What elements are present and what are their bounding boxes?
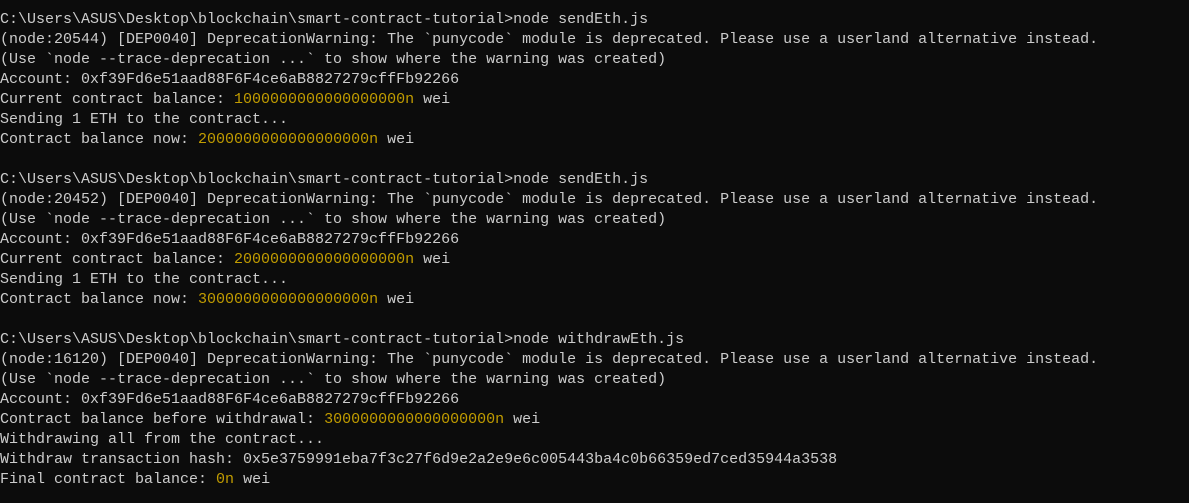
terminal-output[interactable]: C:\Users\ASUS\Desktop\blockchain\smart-c…: [0, 0, 1189, 490]
terminal-line: (Use `node --trace-deprecation ...` to s…: [0, 370, 1189, 390]
terminal-text: wei: [378, 291, 415, 308]
balance-value: 3000000000000000000n: [198, 291, 379, 308]
terminal-line: (node:16120) [DEP0040] DeprecationWarnin…: [0, 350, 1189, 370]
terminal-text: wei: [414, 91, 451, 108]
terminal-text: wei: [378, 131, 415, 148]
terminal-line: Current contract balance: 20000000000000…: [0, 250, 1189, 270]
terminal-text: Sending 1 ETH to the contract...: [0, 111, 289, 128]
terminal-text: (node:20452) [DEP0040] DeprecationWarnin…: [0, 191, 1099, 208]
terminal-line: C:\Users\ASUS\Desktop\blockchain\smart-c…: [0, 330, 1189, 350]
terminal-text: Contract balance before withdrawal:: [0, 411, 325, 428]
terminal-line: Final contract balance: 0n wei: [0, 470, 1189, 490]
terminal-line: (node:20544) [DEP0040] DeprecationWarnin…: [0, 30, 1189, 50]
terminal-text: (node:16120) [DEP0040] DeprecationWarnin…: [0, 351, 1099, 368]
terminal-text: Contract balance now:: [0, 291, 199, 308]
terminal-text: Current contract balance:: [0, 251, 235, 268]
balance-value: 2000000000000000000n: [198, 131, 379, 148]
balance-value: 0n: [216, 471, 235, 488]
terminal-line: Sending 1 ETH to the contract...: [0, 110, 1189, 130]
terminal-line: (Use `node --trace-deprecation ...` to s…: [0, 210, 1189, 230]
terminal-line: Account: 0xf39Fd6e51aad88F6F4ce6aB882727…: [0, 70, 1189, 90]
terminal-line: Account: 0xf39Fd6e51aad88F6F4ce6aB882727…: [0, 390, 1189, 410]
terminal-text: wei: [414, 251, 451, 268]
terminal-line: Withdraw transaction hash: 0x5e3759991eb…: [0, 450, 1189, 470]
terminal-text: C:\Users\ASUS\Desktop\blockchain\smart-c…: [0, 331, 685, 348]
terminal-line: Current contract balance: 10000000000000…: [0, 90, 1189, 110]
terminal-text: Account: 0xf39Fd6e51aad88F6F4ce6aB882727…: [0, 391, 460, 408]
terminal-line: Account: 0xf39Fd6e51aad88F6F4ce6aB882727…: [0, 230, 1189, 250]
terminal-text: wei: [504, 411, 541, 428]
terminal-text: Sending 1 ETH to the contract...: [0, 271, 289, 288]
terminal-line: C:\Users\ASUS\Desktop\blockchain\smart-c…: [0, 10, 1189, 30]
terminal-text: Withdrawing all from the contract...: [0, 431, 325, 448]
terminal-line: Contract balance now: 300000000000000000…: [0, 290, 1189, 310]
terminal-text: Final contract balance:: [0, 471, 217, 488]
terminal-line: Contract balance before withdrawal: 3000…: [0, 410, 1189, 430]
terminal-text: (Use `node --trace-deprecation ...` to s…: [0, 51, 667, 68]
terminal-text: wei: [234, 471, 271, 488]
terminal-text: Account: 0xf39Fd6e51aad88F6F4ce6aB882727…: [0, 231, 460, 248]
terminal-text: Withdraw transaction hash: 0x5e3759991eb…: [0, 451, 838, 468]
terminal-line: Sending 1 ETH to the contract...: [0, 270, 1189, 290]
terminal-text: (Use `node --trace-deprecation ...` to s…: [0, 211, 667, 228]
terminal-line: (Use `node --trace-deprecation ...` to s…: [0, 50, 1189, 70]
balance-value: 2000000000000000000n: [234, 251, 415, 268]
terminal-text: Contract balance now:: [0, 131, 199, 148]
terminal-text: (node:20544) [DEP0040] DeprecationWarnin…: [0, 31, 1099, 48]
balance-value: 1000000000000000000n: [234, 91, 415, 108]
terminal-line: Withdrawing all from the contract...: [0, 430, 1189, 450]
balance-value: 3000000000000000000n: [324, 411, 505, 428]
terminal-line: C:\Users\ASUS\Desktop\blockchain\smart-c…: [0, 170, 1189, 190]
terminal-text: Current contract balance:: [0, 91, 235, 108]
terminal-text: C:\Users\ASUS\Desktop\blockchain\smart-c…: [0, 171, 649, 188]
terminal-line: Contract balance now: 200000000000000000…: [0, 130, 1189, 150]
terminal-text: Account: 0xf39Fd6e51aad88F6F4ce6aB882727…: [0, 71, 460, 88]
terminal-line: (node:20452) [DEP0040] DeprecationWarnin…: [0, 190, 1189, 210]
terminal-text: (Use `node --trace-deprecation ...` to s…: [0, 371, 667, 388]
terminal-text: C:\Users\ASUS\Desktop\blockchain\smart-c…: [0, 11, 649, 28]
